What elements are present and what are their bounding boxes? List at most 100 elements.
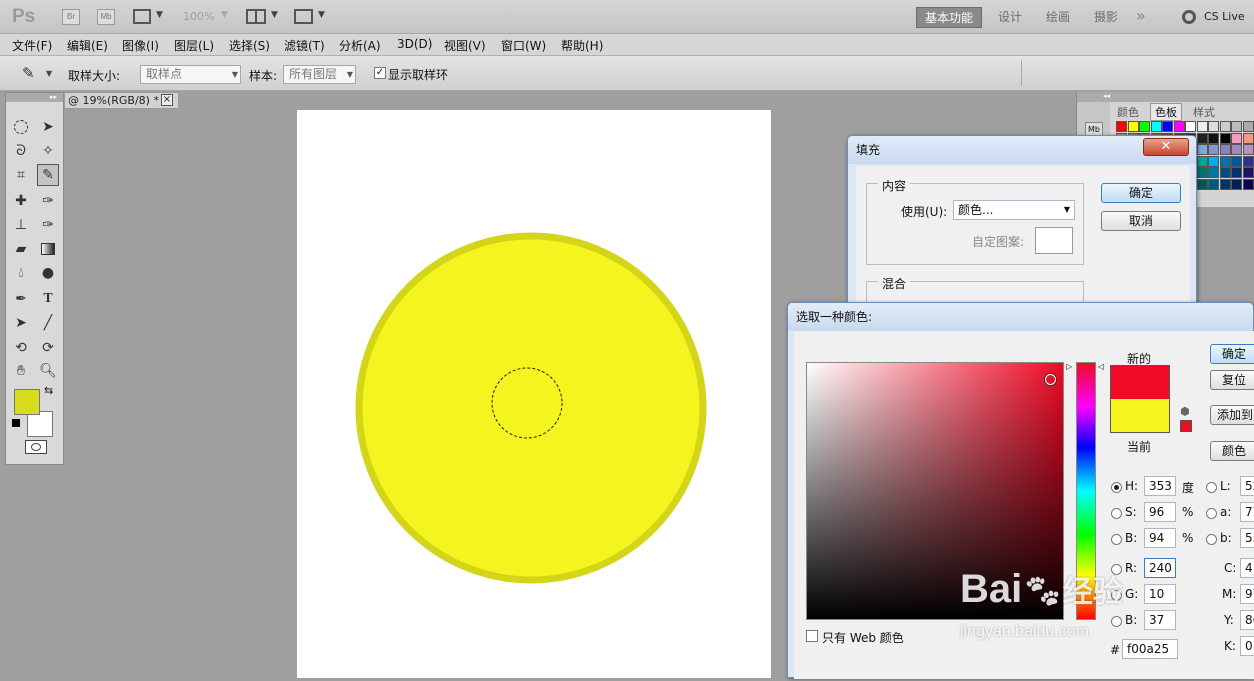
workspace-essentials[interactable]: 基本功能 (916, 7, 983, 28)
add-to-swatches-button[interactable]: 添加到 (1210, 405, 1254, 425)
bridge-icon[interactable]: Br (62, 9, 80, 25)
view-extras-icon[interactable] (133, 9, 151, 24)
panel-collapse-icon[interactable]: ▸▸ (6, 93, 63, 102)
color-libraries-button[interactable]: 颜色 (1210, 441, 1254, 461)
zoom-icon[interactable]: 🔍︎ (37, 360, 59, 382)
menu-file[interactable]: 文件(F) (12, 37, 52, 54)
sample-select[interactable]: 所有图层 ▼ (283, 65, 356, 84)
l-radio[interactable] (1206, 482, 1217, 493)
color-swatch[interactable] (1242, 167, 1254, 178)
ok-button[interactable]: 确定 (1210, 344, 1254, 364)
lasso-icon[interactable]: ᘐ (10, 140, 32, 162)
menu-window[interactable]: 窗口(W) (501, 37, 546, 54)
color-swatch[interactable] (1196, 178, 1208, 190)
color-swatch[interactable] (1196, 167, 1208, 178)
close-icon[interactable]: ✕ (1143, 138, 1189, 156)
color-swatch[interactable] (1208, 121, 1219, 132)
color-swatch[interactable] (1173, 121, 1185, 132)
mini-bridge-icon[interactable]: Mb (97, 9, 115, 25)
color-swatch[interactable] (1242, 178, 1254, 190)
color-swatch[interactable] (1196, 132, 1208, 144)
pen-icon[interactable]: ✒ (10, 288, 32, 310)
gradient-icon[interactable] (37, 238, 59, 260)
s-field[interactable]: 96 (1144, 502, 1176, 522)
quick-mask-icon[interactable] (25, 440, 47, 454)
current-color-swatch[interactable] (1110, 399, 1170, 433)
path-select-icon[interactable]: ➤ (10, 312, 32, 334)
cs-live-icon[interactable] (1182, 10, 1196, 24)
chevron-down-icon[interactable]: ▼ (318, 10, 325, 20)
b-radio[interactable] (1111, 534, 1122, 545)
menu-view[interactable]: 视图(V) (444, 37, 486, 54)
document-tab[interactable]: @ 19%(RGB/8) * × (64, 92, 179, 109)
lab-b-radio[interactable] (1206, 534, 1217, 545)
k-field[interactable]: 0 (1240, 636, 1254, 656)
color-swatch[interactable] (1196, 155, 1208, 167)
quick-select-icon[interactable]: ✧ (37, 140, 59, 162)
color-swatch[interactable] (1242, 155, 1254, 167)
eyedropper-tool-icon[interactable]: ✎ (37, 164, 59, 186)
color-swatch[interactable] (1219, 144, 1231, 155)
y-field[interactable]: 86 (1240, 610, 1254, 630)
rgb-b-field[interactable]: 37 (1144, 610, 1176, 630)
color-swatch[interactable] (1231, 144, 1242, 155)
workspace-photography[interactable]: 摄影 (1086, 7, 1126, 28)
tab-swatches[interactable]: 色板 (1150, 103, 1182, 121)
chevron-down-icon[interactable]: ▼ (221, 10, 228, 20)
panel-collapse-icon[interactable]: ◂◂ (1077, 92, 1254, 102)
color-swatch[interactable] (1219, 155, 1231, 167)
document-canvas[interactable] (297, 110, 771, 678)
cs-live-label[interactable]: CS Live (1204, 10, 1245, 23)
screen-mode-icon[interactable] (294, 9, 313, 24)
web-only-checkbox[interactable] (806, 630, 818, 642)
color-swatch[interactable] (1208, 178, 1219, 190)
a-field[interactable]: 77 (1240, 502, 1254, 522)
use-select[interactable]: 颜色... ▼ (953, 200, 1075, 220)
arrange-documents-icon[interactable] (246, 9, 266, 24)
workspace-design[interactable]: 设计 (990, 7, 1030, 28)
pattern-picker[interactable] (1035, 227, 1073, 254)
stamp-icon[interactable]: ⊥ (10, 214, 32, 236)
rgb-b-radio[interactable] (1111, 616, 1122, 627)
eyedropper-icon[interactable]: ✎ (22, 64, 35, 82)
workspace-painting[interactable]: 绘画 (1038, 7, 1078, 28)
gamut-warning-icon[interactable]: ⬢ (1180, 405, 1190, 418)
close-icon[interactable]: × (161, 94, 173, 106)
color-swatch[interactable] (1116, 121, 1127, 132)
chevron-down-icon[interactable]: ▼ (46, 69, 52, 78)
color-swatch[interactable] (1219, 132, 1231, 144)
h-field[interactable]: 353 (1144, 476, 1176, 496)
eraser-icon[interactable]: ▰ (10, 238, 32, 260)
menu-select[interactable]: 选择(S) (229, 37, 270, 54)
color-swatch[interactable] (1185, 121, 1196, 132)
tab-color[interactable]: 颜色 (1117, 104, 1139, 120)
color-swatch[interactable] (1219, 167, 1231, 178)
crop-icon[interactable]: ⌗ (10, 164, 32, 186)
chevron-down-icon[interactable]: ▼ (156, 10, 163, 20)
color-swatch[interactable] (1242, 132, 1254, 144)
ok-button[interactable]: 确定 (1101, 183, 1181, 203)
menu-3d[interactable]: 3D(D) (397, 37, 432, 51)
menu-edit[interactable]: 编辑(E) (67, 37, 108, 54)
hand-icon[interactable]: ✋︎ (10, 360, 32, 382)
menu-filter[interactable]: 滤镜(T) (284, 37, 325, 54)
color-swatch[interactable] (1242, 144, 1254, 155)
hex-field[interactable]: f00a25 (1122, 639, 1178, 659)
color-swatch[interactable] (1150, 121, 1162, 132)
color-swatch[interactable] (1208, 155, 1219, 167)
history-brush-icon[interactable]: ✑ (37, 214, 59, 236)
color-swatch[interactable] (1231, 155, 1242, 167)
color-swatch[interactable] (1127, 121, 1139, 132)
color-swatch[interactable] (1196, 121, 1208, 132)
hue-slider-arrow-icon[interactable]: ▷ (1066, 362, 1072, 371)
color-swatch[interactable] (1231, 121, 1242, 132)
cancel-button[interactable]: 取消 (1101, 211, 1181, 231)
swap-colors-icon[interactable]: ⇆ (44, 384, 53, 397)
3d-rotate-icon[interactable]: ⟲ (10, 337, 32, 359)
menu-image[interactable]: 图像(I) (122, 37, 159, 54)
move-icon[interactable]: ➤ (37, 116, 59, 138)
zoom-level[interactable]: 100% (183, 10, 214, 23)
color-swatch[interactable] (1139, 121, 1150, 132)
marquee-icon[interactable] (10, 116, 32, 138)
h-radio[interactable] (1111, 482, 1122, 493)
